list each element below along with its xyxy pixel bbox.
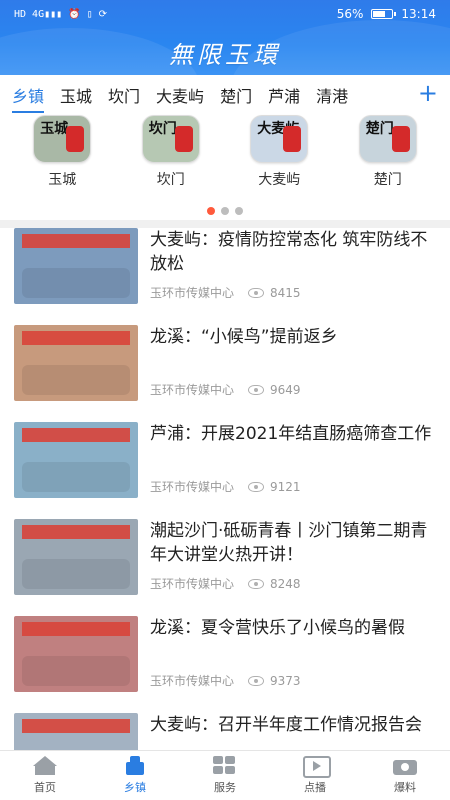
- eye-icon: [248, 287, 265, 298]
- news-title: 芦浦：开展2021年结直肠癌筛查工作: [150, 424, 432, 444]
- tab-township[interactable]: 乡镇: [12, 83, 45, 113]
- town-logo-icon: 大麦屿: [250, 115, 309, 163]
- news-item[interactable]: 大麦屿：疫情防控常态化 筑牢防线不放松 玉环市传媒中心 8415: [0, 228, 450, 325]
- bottom-navigation: 首页 乡镇 服务 点播 爆料: [0, 750, 450, 800]
- town-yucheng[interactable]: 玉城 玉城: [22, 115, 102, 195]
- news-title: 大麦屿：疫情防控常态化 筑牢防线不放松: [150, 230, 428, 274]
- battery-percent: 56%: [336, 7, 364, 21]
- alarm-icon: ⏰: [68, 8, 81, 20]
- nav-label: 爆料: [394, 781, 416, 794]
- news-source: 玉环市传媒中心: [150, 286, 235, 300]
- news-thumbnail: [14, 228, 138, 304]
- nav-on-demand[interactable]: 点播: [270, 751, 360, 800]
- news-item[interactable]: 龙溪：“小候鸟”提前返乡 玉环市传媒中心 9649: [0, 325, 450, 422]
- home-icon: [33, 756, 57, 776]
- nav-township[interactable]: 乡镇: [90, 751, 180, 800]
- news-source: 玉环市传媒中心: [150, 480, 235, 494]
- town-kanmen[interactable]: 坎门 坎门: [131, 115, 211, 195]
- news-thumbnail: [14, 713, 138, 750]
- town-chumen[interactable]: 楚门 楚门: [348, 115, 428, 195]
- news-title: 大麦屿：召开半年度工作情况报告会: [150, 715, 422, 735]
- view-count: 8248: [270, 576, 301, 591]
- view-count: 9373: [270, 673, 301, 688]
- nav-label: 点播: [304, 781, 326, 794]
- news-title: 潮起沙门·砥砺青春丨沙门镇第二期青年大讲堂火热开讲！: [150, 521, 428, 565]
- town-carousel: 玉城 玉城 坎门 坎门 大麦屿 大麦屿 楚门 楚门: [0, 115, 450, 195]
- section-divider: [0, 220, 450, 228]
- tab-lupu[interactable]: 芦浦: [268, 83, 300, 107]
- nav-services[interactable]: 服务: [180, 751, 270, 800]
- carousel-dot[interactable]: [221, 207, 229, 215]
- town-label: 大麦屿: [258, 172, 301, 188]
- news-item[interactable]: 潮起沙门·砥砺青春丨沙门镇第二期青年大讲堂火热开讲！ 玉环市传媒中心 8248: [0, 519, 450, 616]
- services-icon: [213, 756, 237, 776]
- clock: 13:14: [401, 7, 436, 21]
- hd-icon: HD: [14, 8, 27, 20]
- tab-kanmen[interactable]: 坎门: [108, 83, 140, 107]
- plus-icon[interactable]: +: [418, 81, 438, 105]
- carousel-dot[interactable]: [207, 207, 215, 215]
- app-title: 無限玉環: [169, 41, 281, 69]
- news-thumbnail: [14, 519, 138, 595]
- nav-label: 首页: [34, 781, 56, 794]
- town-logo-icon: 坎门: [141, 115, 200, 163]
- tab-chumen[interactable]: 楚门: [220, 83, 252, 107]
- news-thumbnail: [14, 422, 138, 498]
- nav-label: 服务: [214, 781, 236, 794]
- nav-home[interactable]: 首页: [0, 751, 90, 800]
- town-label: 玉城: [48, 172, 77, 188]
- news-item[interactable]: 芦浦：开展2021年结直肠癌筛查工作 玉环市传媒中心 9121: [0, 422, 450, 519]
- video-play-icon: [303, 756, 331, 778]
- battery-icon: [371, 9, 397, 19]
- tab-qinggang[interactable]: 清港: [316, 83, 348, 107]
- news-title: 龙溪：夏令营快乐了小候鸟的暑假: [150, 618, 405, 638]
- news-source: 玉环市传媒中心: [150, 674, 235, 688]
- tab-yucheng[interactable]: 玉城: [60, 83, 92, 107]
- tab-damaiyu[interactable]: 大麦屿: [156, 83, 204, 107]
- town-label: 坎门: [156, 172, 185, 188]
- town-icon: [123, 756, 147, 776]
- view-count: 8415: [270, 285, 301, 300]
- news-list: 大麦屿：疫情防控常态化 筑牢防线不放松 玉环市传媒中心 8415 龙溪：“小候鸟”…: [0, 228, 450, 750]
- town-label: 楚门: [373, 172, 402, 188]
- camera-icon: [393, 756, 417, 776]
- eye-icon: [248, 481, 265, 492]
- view-count: 9649: [270, 382, 301, 397]
- eye-icon: [248, 675, 265, 686]
- status-icons: HD 4G▮▮▮ ⏰ ▯ ⟳: [14, 9, 107, 20]
- view-count: 9121: [270, 479, 301, 494]
- town-logo-icon: 楚门: [358, 115, 417, 163]
- app-screen: HD 4G▮▮▮ ⏰ ▯ ⟳ 56% 13:14 無限玉環 乡镇 玉城 坎门 大…: [0, 0, 450, 800]
- signal-icon: 4G▮▮▮: [32, 8, 63, 20]
- town-damaiyu[interactable]: 大麦屿 大麦屿: [239, 115, 319, 195]
- vibrate-icon: ▯: [86, 8, 93, 20]
- carousel-dots: [0, 207, 450, 215]
- sync-icon: ⟳: [98, 8, 108, 20]
- nav-label: 乡镇: [124, 781, 146, 794]
- channel-tabs: 乡镇 玉城 坎门 大麦屿 楚门 芦浦 清港 +: [0, 75, 450, 115]
- town-logo-icon: 玉城: [33, 115, 92, 163]
- status-bar: HD 4G▮▮▮ ⏰ ▯ ⟳ 56% 13:14: [0, 0, 450, 28]
- news-item[interactable]: 大麦屿：召开半年度工作情况报告会: [0, 713, 450, 750]
- news-source: 玉环市传媒中心: [150, 383, 235, 397]
- app-header: HD 4G▮▮▮ ⏰ ▯ ⟳ 56% 13:14 無限玉環: [0, 0, 450, 75]
- carousel-dot[interactable]: [235, 207, 243, 215]
- news-source: 玉环市传媒中心: [150, 577, 235, 591]
- news-thumbnail: [14, 325, 138, 401]
- news-title: 龙溪：“小候鸟”提前返乡: [150, 327, 338, 347]
- eye-icon: [248, 578, 265, 589]
- news-thumbnail: [14, 616, 138, 692]
- news-item[interactable]: 龙溪：夏令营快乐了小候鸟的暑假 玉环市传媒中心 9373: [0, 616, 450, 713]
- eye-icon: [248, 384, 265, 395]
- nav-report[interactable]: 爆料: [360, 751, 450, 800]
